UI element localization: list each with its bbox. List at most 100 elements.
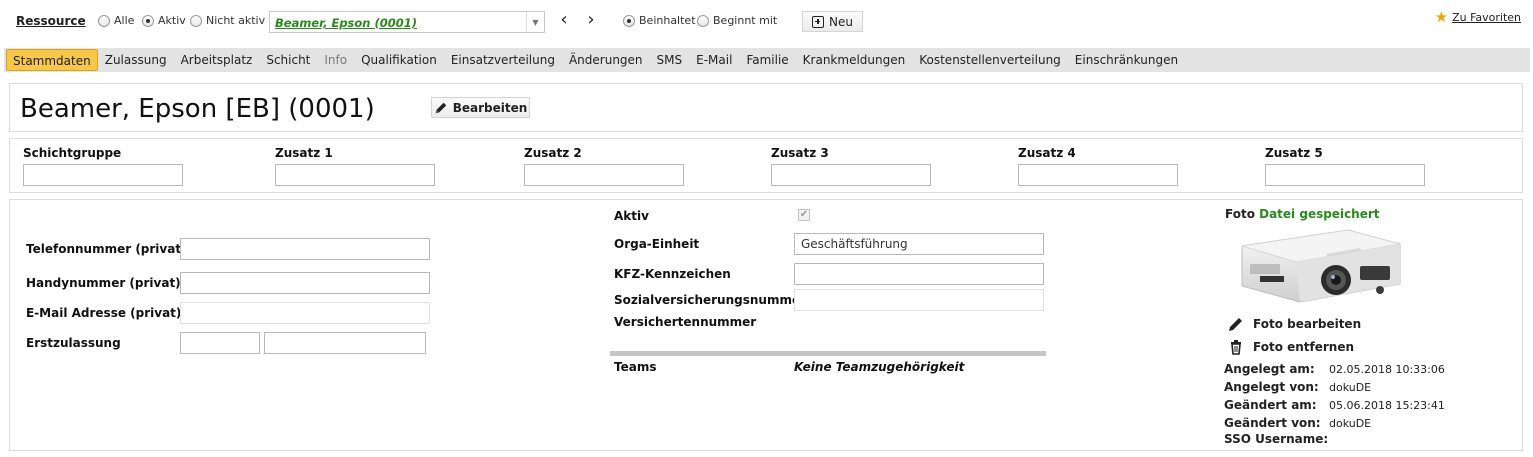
sv-label: Sozialversicherungsnummer: [614, 293, 807, 307]
edit-photo-label: Foto bearbeiten: [1253, 317, 1362, 331]
filter-radio-aktiv[interactable]: Aktiv: [142, 14, 186, 27]
modified-by-label: Geändert von:: [1224, 416, 1321, 430]
erstzulassung-text-input[interactable]: [264, 332, 426, 354]
orga-input[interactable]: Geschäftsführung: [794, 233, 1044, 255]
tab-stammdaten[interactable]: Stammdaten: [6, 49, 98, 71]
edit-button[interactable]: Bearbeiten: [431, 97, 530, 118]
email-input[interactable]: [180, 302, 430, 324]
schichtgruppe-label: Schichtgruppe: [23, 146, 122, 160]
trash-icon: [1231, 340, 1241, 355]
created-by-value: dokuDE: [1329, 381, 1372, 394]
modified-by-value: dokuDE: [1329, 417, 1372, 430]
tab-einsatzverteilung[interactable]: Einsatzverteilung: [444, 49, 562, 71]
add-to-favorites-link[interactable]: ★ Zu Favoriten: [1435, 8, 1521, 26]
radio-indicator[interactable]: [142, 14, 154, 27]
schichtgruppe-field: Schichtgruppe: [23, 146, 183, 186]
radio-indicator[interactable]: [190, 14, 202, 27]
zusatz5-field: Zusatz 5: [1265, 146, 1425, 186]
resource-label[interactable]: Ressource: [16, 14, 86, 28]
zusatz4-label: Zusatz 4: [1018, 146, 1076, 160]
details-panel: Telefonnummer (privat) Handynummer (priv…: [9, 199, 1523, 451]
orga-label: Orga-Einheit: [614, 237, 700, 251]
erstzulassung-date-input[interactable]: [180, 332, 260, 354]
modified-at-label: Geändert am:: [1224, 398, 1317, 412]
radio-label: Nicht aktiv: [206, 14, 266, 27]
page-title: Beamer, Epson [EB] (0001): [20, 94, 375, 124]
sso-username-label: SSO Username:: [1224, 432, 1329, 446]
remove-photo-label: Foto entfernen: [1253, 340, 1355, 354]
telefon-input[interactable]: [180, 238, 430, 260]
created-at-label: Angelegt am:: [1224, 362, 1315, 376]
remove-photo-button[interactable]: Foto entfernen: [1228, 339, 1354, 355]
edit-photo-button[interactable]: Foto bearbeiten: [1228, 316, 1361, 332]
sv-input[interactable]: [794, 289, 1044, 311]
title-panel: Beamer, Epson [EB] (0001) Bearbeiten: [9, 83, 1523, 132]
top-toolbar: Ressource Alle Aktiv Nicht aktiv Beamer,…: [0, 0, 1533, 46]
zusatz3-label: Zusatz 3: [771, 146, 829, 160]
tab-familie[interactable]: Familie: [739, 49, 795, 71]
created-at-value: 02.05.2018 10:33:06: [1329, 363, 1445, 376]
new-button-label: Neu: [829, 14, 853, 29]
photo-label: Foto: [1225, 207, 1255, 221]
tab-aenderungen[interactable]: Änderungen: [562, 49, 650, 71]
favorites-label: Zu Favoriten: [1452, 10, 1521, 24]
created-by-label: Angelegt von:: [1224, 380, 1319, 394]
zusatz1-field: Zusatz 1: [275, 146, 435, 186]
tab-info[interactable]: Info: [317, 49, 354, 71]
section-divider: [610, 351, 1046, 356]
tab-sms[interactable]: SMS: [650, 49, 690, 71]
match-radio-beinhaltet[interactable]: Beinhaltet: [623, 14, 696, 27]
resource-select[interactable]: Beamer, Epson (0001) ▼: [269, 11, 545, 33]
radio-label: Aktiv: [158, 14, 186, 27]
radio-label: Alle: [114, 14, 135, 27]
tab-schicht[interactable]: Schicht: [259, 49, 317, 71]
handy-input[interactable]: [180, 272, 430, 294]
aktiv-label: Aktiv: [614, 209, 649, 223]
previous-arrow-icon[interactable]: ‹: [556, 10, 572, 30]
radio-indicator[interactable]: [98, 14, 110, 27]
resource-select-value[interactable]: Beamer, Epson (0001): [275, 16, 417, 30]
additional-fields-panel: Schichtgruppe Zusatz 1 Zusatz 2 Zusatz 3…: [9, 138, 1523, 193]
zusatz4-field: Zusatz 4: [1018, 146, 1178, 186]
next-arrow-icon[interactable]: ›: [583, 10, 599, 30]
zusatz2-label: Zusatz 2: [524, 146, 582, 160]
zusatz3-field: Zusatz 3: [771, 146, 931, 186]
zusatz5-input[interactable]: [1265, 164, 1425, 186]
tab-einschraenkungen[interactable]: Einschränkungen: [1068, 49, 1185, 71]
radio-indicator[interactable]: [623, 14, 635, 27]
kfz-input[interactable]: [794, 263, 1044, 285]
edit-button-label: Bearbeiten: [452, 100, 528, 115]
telefon-label: Telefonnummer (privat): [26, 242, 187, 256]
versicherten-label: Versichertennummer: [614, 315, 757, 329]
zusatz5-label: Zusatz 5: [1265, 146, 1323, 160]
chevron-down-icon[interactable]: ▼: [526, 12, 544, 32]
zusatz4-input[interactable]: [1018, 164, 1178, 186]
zusatz1-label: Zusatz 1: [275, 146, 333, 160]
tab-arbeitsplatz[interactable]: Arbeitsplatz: [174, 49, 260, 71]
pencil-icon: [1229, 318, 1242, 331]
aktiv-checkbox[interactable]: ✔: [798, 209, 810, 221]
radio-indicator[interactable]: [697, 14, 709, 27]
filter-radio-nicht-aktiv[interactable]: Nicht aktiv: [190, 14, 265, 27]
tab-bar: Stammdaten Zulassung Arbeitsplatz Schich…: [4, 48, 1530, 72]
filter-radio-alle[interactable]: Alle: [98, 14, 134, 27]
tab-zulassung[interactable]: Zulassung: [98, 49, 174, 71]
new-button[interactable]: Neu: [802, 11, 863, 32]
zusatz3-input[interactable]: [771, 164, 931, 186]
tab-krankmeldungen[interactable]: Krankmeldungen: [796, 49, 913, 71]
add-icon: [812, 15, 825, 28]
tab-kostenstellenverteilung[interactable]: Kostenstellenverteilung: [912, 49, 1068, 71]
match-radio-beginnt-mit[interactable]: Beginnt mit: [697, 14, 777, 27]
star-icon: ★: [1434, 8, 1449, 26]
schichtgruppe-input[interactable]: [23, 164, 183, 186]
zusatz2-input[interactable]: [524, 164, 684, 186]
projector-photo: [1241, 229, 1401, 303]
teams-label: Teams: [614, 360, 657, 374]
erstzulassung-label: Erstzulassung: [26, 336, 121, 350]
tab-email[interactable]: E-Mail: [689, 49, 739, 71]
kfz-label: KFZ-Kennzeichen: [614, 267, 731, 281]
pencil-icon: [435, 102, 446, 113]
tab-qualifikation[interactable]: Qualifikation: [354, 49, 444, 71]
handy-label: Handynummer (privat): [26, 276, 181, 290]
zusatz1-input[interactable]: [275, 164, 435, 186]
